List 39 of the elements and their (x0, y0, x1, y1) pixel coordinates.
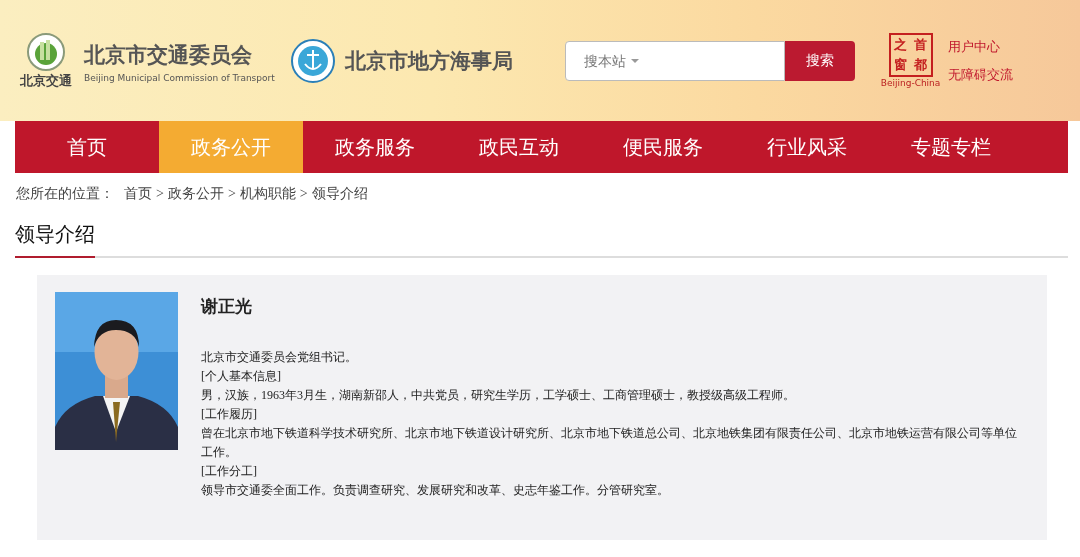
seal-character: 都 (913, 56, 929, 74)
organization-name: 北京市交通委员会 (84, 41, 253, 69)
profile-text: 领导市交通委全面工作。负责调查研究、发展研究和改革、史志年鉴工作。分管研究室。 (201, 482, 670, 499)
breadcrumb-link[interactable]: 领导介绍 (311, 185, 368, 203)
nav-tab[interactable]: 政民互动 (447, 121, 591, 173)
search-field[interactable]: 搜本站 (564, 40, 785, 81)
profile-text: 男，汉族，1963年3月生，湖南新邵人，中共党员，研究生学历，工学硕士、工商管理硕士，教授级高级工程师。 (201, 387, 796, 404)
seal-character: 窗 (893, 56, 909, 74)
breadcrumb-label: 您所在的位置： (16, 185, 114, 203)
seal-caption: Beijing-China (880, 78, 941, 88)
search-button[interactable]: 搜索 (784, 40, 855, 81)
seal-character: 之 (893, 36, 909, 54)
caret-icon (630, 58, 639, 63)
anchor-emblem-icon (290, 38, 335, 83)
header-link[interactable]: 无障碍交流 (948, 65, 1014, 84)
nav-tab[interactable]: 首页 (15, 121, 159, 173)
breadcrumb-link[interactable]: 首页 (124, 185, 152, 203)
nav-tab[interactable]: 便民服务 (591, 121, 735, 173)
organization-name: 北京市地方海事局 (344, 47, 513, 75)
seal-character: 首 (913, 36, 929, 54)
logo-caption: 北京交通 (20, 71, 72, 90)
nav-tab[interactable]: 政务服务 (303, 121, 447, 173)
section-title: 领导介绍 (15, 221, 95, 258)
nav-tab[interactable]: 行业风采 (735, 121, 879, 173)
profile-text: 曾在北京市地下铁道科学技术研究所、北京市地下铁道设计研究所、北京市地下铁道总公司、北京地铁集团有限责任公司、北京市地铁运营有限公司等单位工作。 (201, 425, 1018, 461)
breadcrumb-separator: > (156, 186, 164, 202)
breadcrumb-separator: > (227, 186, 236, 202)
breadcrumb-separator: > (299, 186, 308, 202)
building-emblem-icon (26, 31, 66, 72)
header-link[interactable]: 用户中心 (948, 37, 1014, 56)
nav-tab[interactable]: 专题专栏 (879, 121, 1023, 173)
person-name: 谢正光 (201, 296, 253, 318)
profile-text: [工作分工] (201, 463, 258, 480)
profile-text: [工作履历] (201, 406, 258, 423)
breadcrumb-link[interactable]: 机构职能 (239, 185, 296, 203)
organization-name-english: Beijing Municipal Commission of Transport (84, 72, 275, 83)
breadcrumb-link[interactable]: 政务公开 (167, 185, 224, 203)
profile-text: 北京市交通委员会党组书记。 (201, 349, 358, 366)
profile-text: [个人基本信息] (201, 368, 282, 385)
